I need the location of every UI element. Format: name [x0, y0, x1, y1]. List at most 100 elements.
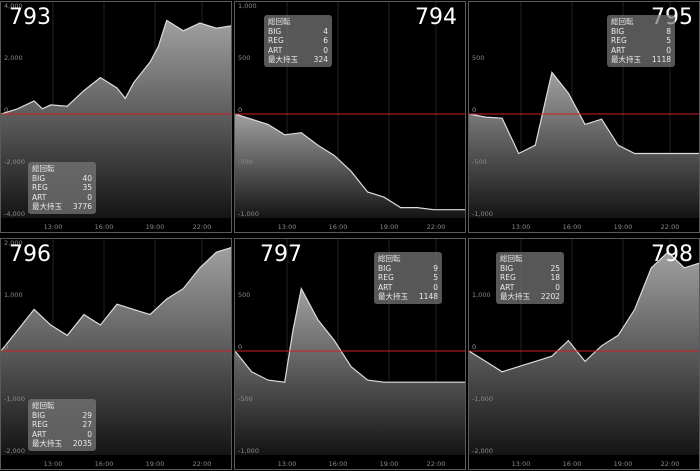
x-tick-label: 19:00	[380, 460, 399, 468]
y-tick-label: -1,000	[4, 395, 25, 403]
stat-row-big: BIG 9	[378, 264, 438, 274]
stat-label: ART	[378, 282, 393, 292]
y-tick-label: -1,000	[472, 395, 493, 403]
y-tick-label: -4,000	[4, 210, 25, 218]
stat-row-reg: REG 5	[611, 36, 671, 46]
stats-box: 総回転 BIG 4 REG 6 ART 0 最大持玉 324	[264, 15, 332, 67]
stat-value: 0	[87, 429, 92, 439]
stat-row-reg: REG 18	[500, 273, 560, 283]
stats-box: 総回転 BIG 25 REG 18 ART 0 最大持玉 2202	[496, 252, 564, 304]
stat-row-art: ART 0	[32, 193, 92, 203]
x-tick-label: 16:00	[563, 460, 582, 468]
stat-label: REG	[611, 36, 627, 45]
stat-row-big: BIG 40	[32, 174, 92, 184]
stat-value: 0	[87, 192, 92, 202]
stat-label: 最大持玉	[500, 292, 530, 301]
stat-value: 9	[433, 263, 438, 273]
machine-panel-795[interactable]: 5000-500-1,00013:0016:0019:0022:00795総回転…	[468, 1, 700, 233]
stat-row-big: BIG 29	[32, 411, 92, 421]
stat-label: 最大持玉	[268, 55, 298, 64]
stat-label: BIG	[32, 173, 46, 183]
machine-number: 794	[415, 5, 457, 30]
stat-label: 最大持玉	[611, 55, 641, 64]
stat-value: 0	[433, 282, 438, 292]
stat-row-max: 最大持玉 324	[268, 55, 328, 65]
stat-value: 3776	[72, 202, 92, 211]
y-tick-label: 0	[238, 106, 242, 114]
stat-value: 27	[82, 420, 92, 429]
x-tick-label: 19:00	[380, 223, 399, 231]
y-tick-label: 0	[472, 343, 476, 351]
y-tick-label: 1,000	[4, 291, 23, 299]
stat-row-art: ART 0	[268, 46, 328, 56]
machine-panel-798[interactable]: 1,000 0 -1,000 -2,000 13:00 16:00 19:00 22:00 79…	[468, 238, 700, 470]
y-tick-label: 500	[238, 54, 250, 62]
x-tick-label: 16:00	[95, 460, 114, 468]
stats-title: 総回転	[611, 17, 634, 26]
stat-row-art: ART 0	[32, 430, 92, 440]
stat-label: ART	[500, 282, 515, 292]
stat-label: REG	[32, 183, 48, 192]
y-tick-label: -2,000	[4, 158, 25, 166]
stats-title: 総回転	[500, 254, 523, 263]
machine-number: 798	[651, 242, 693, 267]
stat-row-reg: REG 5	[378, 273, 438, 283]
x-tick-label: 16:00	[329, 223, 348, 231]
y-tick-label: 0	[4, 343, 8, 351]
stat-value: 5	[666, 36, 671, 45]
machine-panel-794[interactable]: 1,000 500 0 -500 -1,000 13:00 16:00 19:00 22:00 7…	[234, 1, 466, 233]
y-tick-label: 0	[472, 106, 476, 114]
balance-area	[235, 114, 465, 218]
stats-title: 総回転	[32, 164, 55, 173]
stat-row-max: 最大持玉 1118	[611, 55, 671, 65]
stat-label: BIG	[32, 410, 46, 420]
stat-row-big: BIG 8	[611, 27, 671, 37]
stat-value: 8	[666, 26, 671, 36]
y-tick-label: -2,000	[4, 447, 25, 455]
stat-row-reg: REG 6	[268, 36, 328, 46]
x-tick-label: 13:00	[44, 460, 63, 468]
x-tick-label: 19:00	[146, 223, 165, 231]
stat-label: BIG	[500, 263, 514, 273]
history-graph-grid: 4,000 2,000 0 -2,000 -4,000 13:00 16:00 19:00 22…	[0, 0, 700, 471]
stat-value: 0	[555, 282, 560, 292]
x-tick-label: 22:00	[427, 460, 446, 468]
x-tick-label: 13:00	[278, 460, 297, 468]
stat-label: 最大持玉	[378, 292, 408, 301]
x-tick-label: 13:00	[512, 223, 531, 231]
stat-label: BIG	[268, 26, 282, 36]
machine-panel-796[interactable]: 2,000 1,000 0 -1,000 -2,000 13:00 16:00 19:00 22…	[0, 238, 232, 470]
x-tick-label: 19:00	[614, 223, 633, 231]
stat-label: REG	[32, 420, 48, 429]
y-tick-label: -500	[238, 395, 253, 403]
x-tick-label: 16:00	[95, 223, 114, 231]
stat-label: REG	[268, 36, 284, 45]
x-tick-label: 22:00	[661, 223, 680, 231]
machine-panel-793[interactable]: 4,000 2,000 0 -2,000 -4,000 13:00 16:00 19:00 22…	[0, 1, 232, 233]
stats-box: 総回転 BIG 9 REG 5 ART 0 最大持玉 1148	[374, 252, 442, 304]
machine-number: 796	[9, 242, 51, 267]
machine-panel-797[interactable]: 500 0 -500 -1,000 13:00 16:00 19:00 22:00 797 総回転…	[234, 238, 466, 470]
balance-area	[469, 72, 699, 218]
stat-value: 6	[323, 36, 328, 45]
stats-box: 総回転 BIG 29 REG 27 ART 0 最大持玉 2035	[28, 399, 96, 451]
stat-value: 5	[433, 273, 438, 282]
y-tick-label: 0	[4, 106, 8, 114]
stat-row-max: 最大持玉 3776	[32, 202, 92, 212]
stat-row-art: ART 0	[611, 46, 671, 56]
x-tick-label: 22:00	[427, 223, 446, 231]
y-tick-label: -1,000	[238, 447, 259, 455]
stat-value: 1118	[651, 55, 671, 64]
stat-value: 2035	[72, 439, 92, 448]
stat-row-max: 最大持玉 1148	[378, 292, 438, 302]
y-tick-label: 1,000	[472, 291, 491, 299]
stat-label: 最大持玉	[32, 202, 62, 211]
stat-label: ART	[611, 45, 626, 55]
stat-row-reg: REG 35	[32, 183, 92, 193]
x-tick-label: 13:00	[512, 460, 531, 468]
machine-number: 797	[260, 242, 302, 267]
stats-title: 総回転	[378, 254, 401, 263]
stat-value: 0	[666, 45, 671, 55]
y-tick-label: 2,000	[4, 54, 23, 62]
stat-label: ART	[32, 192, 47, 202]
